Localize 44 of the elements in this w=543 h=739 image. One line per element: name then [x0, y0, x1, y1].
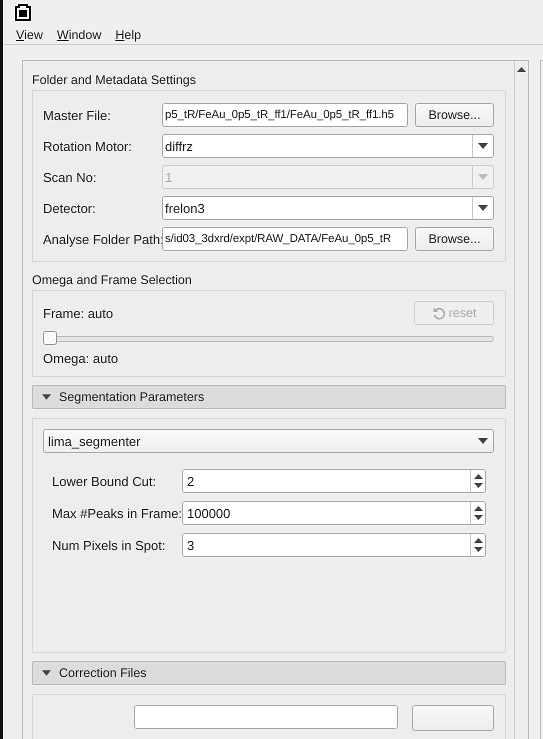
section-header[interactable]: Correction Files	[32, 661, 506, 685]
menu-item[interactable]: View	[16, 28, 43, 42]
group-title: Omega and Frame Selection	[32, 272, 193, 289]
reset-icon	[432, 306, 446, 320]
field-label: Detector:	[43, 200, 97, 216]
number-field[interactable]: 2	[182, 469, 486, 493]
frame-label: Frame: auto	[43, 306, 114, 320]
path-field[interactable]: p5_tR/FeAu_0p5_tR_ff1/FeAu_0p5_tR_ff1.h5	[162, 103, 408, 127]
spin-arrows-icon	[474, 537, 482, 553]
number-field[interactable]: 100000	[182, 501, 486, 525]
path-field[interactable]: s/id03_3dxrd/expt/RAW_DATA/FeAu_0p5_tR	[162, 227, 408, 251]
dropdown-arrow-icon	[478, 174, 488, 180]
app-icon	[13, 2, 33, 22]
spin-arrows-icon	[474, 505, 482, 521]
field-label: Scan No:	[43, 170, 98, 184]
path-field[interactable]	[134, 705, 398, 729]
method-dropdown[interactable]: lima_segmenter	[43, 429, 494, 453]
spin-arrows-icon	[474, 473, 482, 489]
dropdown-arrow-icon	[478, 438, 488, 444]
section-header[interactable]: Segmentation Parameters	[32, 385, 506, 409]
field-label: Analyse Folder Path:	[43, 232, 162, 246]
omega-label: Omega: auto	[43, 351, 120, 366]
scroll-up-icon	[517, 67, 526, 72]
field-label: Lower Bound Cut:	[52, 474, 158, 488]
scrollbar[interactable]	[514, 61, 528, 739]
field-label: Max #Peaks in Frame:	[52, 506, 182, 520]
dropdown-arrow-icon	[478, 205, 488, 211]
browse-button[interactable]: Browse...	[415, 103, 494, 127]
button[interactable]	[412, 705, 494, 731]
dropdown[interactable]: diffrz	[162, 134, 494, 158]
field-label: Num Pixels in Spot:	[52, 538, 166, 552]
dropdown[interactable]: frelon3	[162, 196, 494, 220]
field-label: Master File:	[43, 108, 112, 122]
menu-item[interactable]: Help	[115, 28, 142, 42]
menu-item[interactable]: Window	[56, 28, 102, 42]
slider-handle[interactable]	[43, 331, 57, 345]
frame-slider[interactable]	[43, 331, 494, 345]
group-title: Folder and Metadata Settings	[32, 72, 197, 89]
dropdown-arrow-icon	[478, 143, 488, 149]
field-label: Rotation Motor:	[43, 138, 133, 154]
number-field[interactable]: 3	[182, 533, 486, 557]
collapse-arrow-icon	[42, 670, 51, 676]
collapse-arrow-icon	[42, 394, 51, 400]
browse-button[interactable]: Browse...	[415, 227, 494, 251]
